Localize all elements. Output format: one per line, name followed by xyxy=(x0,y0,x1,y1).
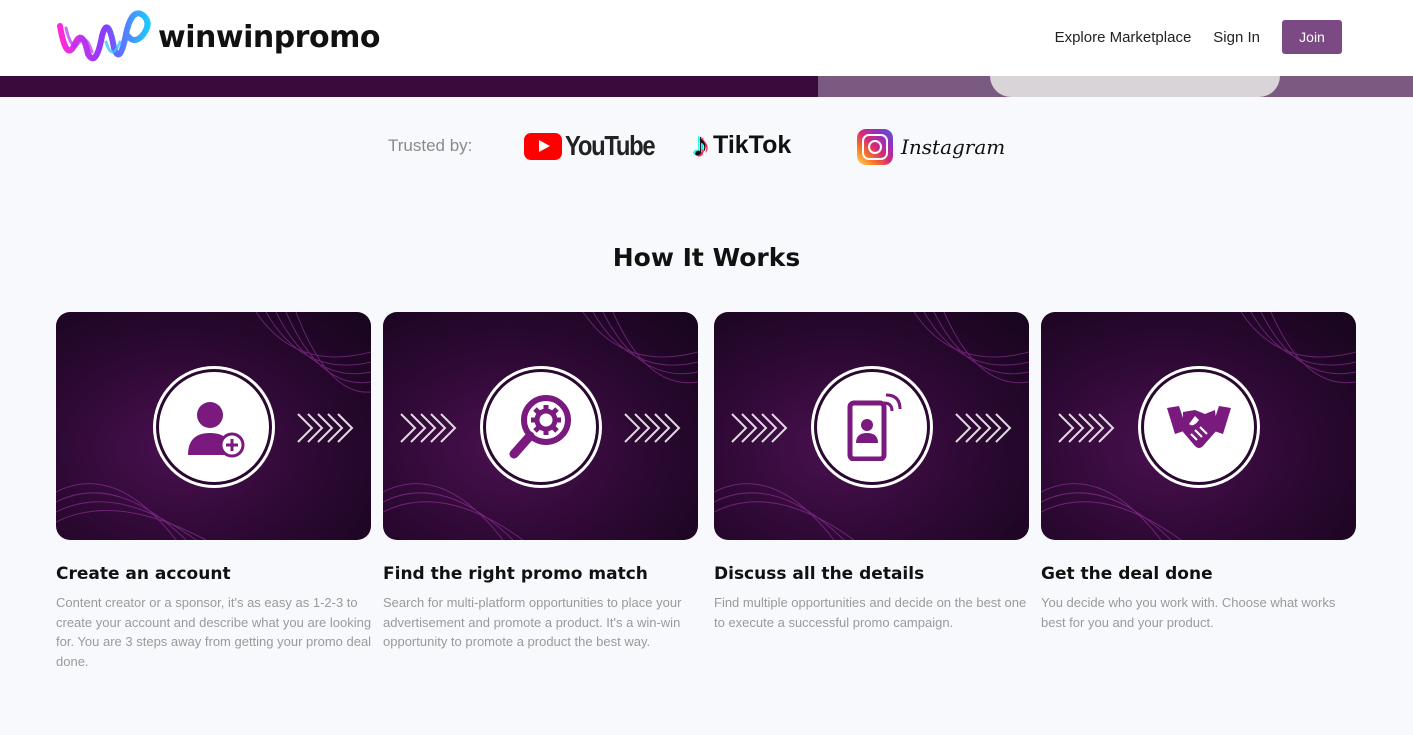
instagram-camera-icon xyxy=(857,129,893,165)
brand-name: winwinpromo xyxy=(158,19,380,55)
trusted-by-row: Trusted by: YouTube ♪ TikTok Instagram xyxy=(0,128,1413,168)
step-card-find-match: Find the right promo match Search for mu… xyxy=(383,312,703,652)
step-icon-circle xyxy=(159,372,269,482)
youtube-wordmark: YouTube xyxy=(565,130,656,161)
chevron-arrows-icon xyxy=(624,413,681,443)
step-card-image xyxy=(1041,312,1356,540)
step-card-image xyxy=(714,312,1029,540)
step-title: Get the deal done xyxy=(1041,564,1213,584)
site-header: winwinpromo Explore Marketplace Sign In … xyxy=(0,0,1413,76)
join-button[interactable]: Join xyxy=(1282,20,1342,54)
chevron-arrows-icon xyxy=(400,413,457,443)
chevron-arrows-icon xyxy=(297,413,354,443)
step-card-discuss-details: Discuss all the details Find multiple op… xyxy=(714,312,1034,632)
chevron-arrows-icon xyxy=(731,413,788,443)
sign-in-link[interactable]: Sign In xyxy=(1213,29,1260,46)
step-icon-circle xyxy=(817,372,927,482)
tiktok-wordmark: TikTok xyxy=(713,130,792,159)
youtube-play-icon xyxy=(524,132,562,160)
step-card-deal-done: Get the deal done You decide who you wor… xyxy=(1041,312,1361,632)
step-title: Discuss all the details xyxy=(714,564,925,584)
add-user-icon xyxy=(188,402,245,458)
chevron-arrows-icon xyxy=(955,413,1012,443)
step-icon-circle xyxy=(1144,372,1254,482)
tiktok-logo: ♪ TikTok xyxy=(692,128,791,162)
step-icon-circle xyxy=(486,372,596,482)
tiktok-note-icon: ♪ xyxy=(692,126,709,164)
step-card-image xyxy=(56,312,371,540)
step-card-create-account: Create an account Content creator or a s… xyxy=(56,312,376,671)
handshake-icon xyxy=(1167,406,1231,448)
youtube-logo: YouTube xyxy=(524,130,670,162)
instagram-logo: Instagram xyxy=(857,129,1005,165)
step-description: Find multiple opportunities and decide o… xyxy=(714,595,1027,630)
step-description: Content creator or a sponsor, it's as ea… xyxy=(56,595,372,669)
how-it-works-title: How It Works xyxy=(612,243,801,272)
brand-logo[interactable]: winwinpromo xyxy=(56,6,380,68)
step-description: You decide who you work with. Choose wha… xyxy=(1041,595,1336,630)
phone-contact-icon xyxy=(847,393,902,461)
hero-image-knit xyxy=(990,76,1280,97)
trusted-by-label: Trusted by: xyxy=(388,136,473,155)
top-nav: Explore Marketplace Sign In Join xyxy=(1055,20,1342,54)
search-gear-icon xyxy=(509,395,571,459)
chevron-arrows-icon xyxy=(1058,413,1115,443)
step-card-image xyxy=(383,312,698,540)
explore-marketplace-link[interactable]: Explore Marketplace xyxy=(1055,29,1192,46)
step-description: Search for multi-platform opportunities … xyxy=(383,595,682,649)
instagram-wordmark: Instagram xyxy=(901,135,1006,159)
hero-banner-bottom xyxy=(0,76,1413,97)
step-title: Create an account xyxy=(56,564,231,584)
winwin-logo-icon xyxy=(57,10,151,62)
step-title: Find the right promo match xyxy=(383,564,648,584)
